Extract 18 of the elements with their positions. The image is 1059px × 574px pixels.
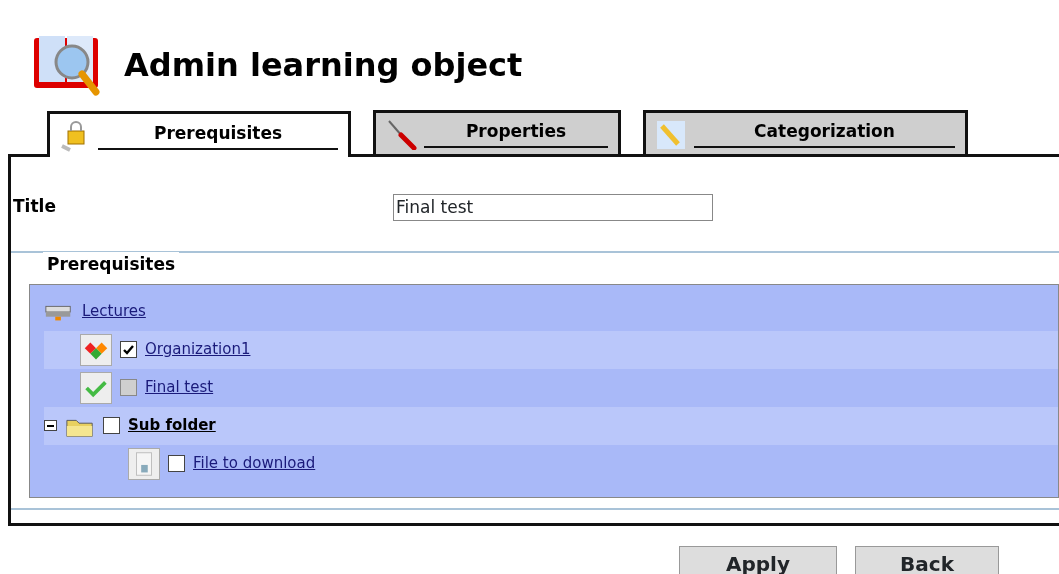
check-icon (80, 371, 112, 404)
tree-link[interactable]: Lectures (82, 300, 146, 323)
tab[interactable]: Prerequisites (47, 111, 351, 157)
diamonds-icon (80, 333, 112, 366)
tree-link[interactable]: Sub folder (128, 414, 216, 437)
file-icon (128, 447, 160, 480)
checkbox[interactable] (120, 341, 137, 358)
tree-link[interactable]: Organization1 (145, 338, 251, 361)
checkbox[interactable] (168, 455, 185, 472)
tree-link[interactable]: File to download (193, 452, 316, 475)
title-input[interactable]: Final test (393, 193, 713, 221)
tab[interactable]: Categorization (643, 110, 968, 154)
tab[interactable]: Properties (373, 110, 621, 154)
page-title: Admin learning object (124, 45, 523, 85)
title-label: Title (13, 195, 57, 219)
action-button[interactable]: Back (855, 546, 999, 574)
checkbox[interactable] (103, 417, 120, 434)
collapse-icon[interactable] (44, 420, 57, 431)
